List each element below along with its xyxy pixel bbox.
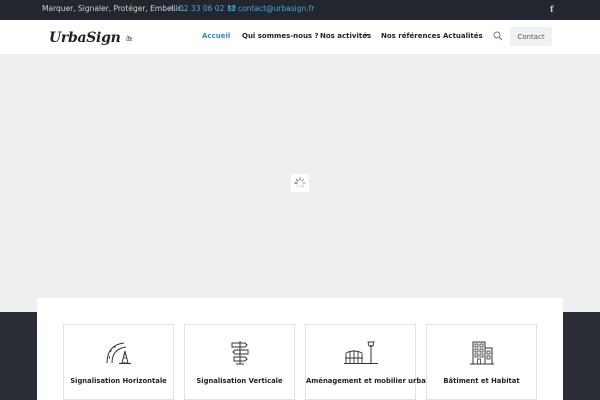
service-card-verticale[interactable]: Signalisation Verticale <box>184 324 295 400</box>
nav-item-accueil[interactable]: Accueil <box>202 32 230 40</box>
site-logo[interactable]: UrbaSign <box>49 26 133 50</box>
service-label: Aménagement et mobilier urbain <box>306 377 433 385</box>
email-link[interactable]: contact@urbasign.fr <box>228 4 314 13</box>
service-card-horizontale[interactable]: Signalisation Horizontale <box>63 324 174 400</box>
service-label: Bâtiment et Habitat <box>443 377 520 385</box>
nav-item-qui-sommes-nous[interactable]: Qui sommes-nous ? <box>242 32 319 40</box>
envelope-icon <box>228 6 235 11</box>
tagline: Marquer, Signaler, Protéger, Embellir... <box>42 4 188 13</box>
service-label: Signalisation Verticale <box>196 377 283 385</box>
nav-item-nos-references[interactable]: Nos références <box>381 32 441 40</box>
nav-item-actualites[interactable]: Actualités <box>443 32 483 40</box>
chevron-down-icon[interactable] <box>364 34 368 37</box>
service-card-batiment[interactable]: Bâtiment et Habitat <box>426 324 537 400</box>
main-header: UrbaSign Accueil Qui sommes-nous ? Nos a… <box>0 20 600 55</box>
search-icon[interactable] <box>493 31 503 41</box>
service-label: Signalisation Horizontale <box>70 377 167 385</box>
phone-icon <box>170 6 176 11</box>
top-bar: Marquer, Signaler, Protéger, Embellir...… <box>0 0 600 20</box>
signpost-icon <box>231 341 248 365</box>
logo-emblem-icon <box>126 35 133 41</box>
road-cone-icon <box>106 342 131 364</box>
email-address: contact@urbasign.fr <box>238 4 315 13</box>
street-furniture-icon <box>343 341 378 364</box>
loading-spinner-icon <box>291 174 309 192</box>
logo-text: UrbaSign <box>49 30 121 46</box>
facebook-icon[interactable]: f <box>550 4 553 14</box>
phone-link[interactable]: 02 33 06 02 12 <box>170 4 236 13</box>
contact-button[interactable]: Contact <box>510 27 552 46</box>
building-icon <box>469 341 494 365</box>
service-card-amenagement[interactable]: Aménagement et mobilier urbain <box>305 324 433 400</box>
